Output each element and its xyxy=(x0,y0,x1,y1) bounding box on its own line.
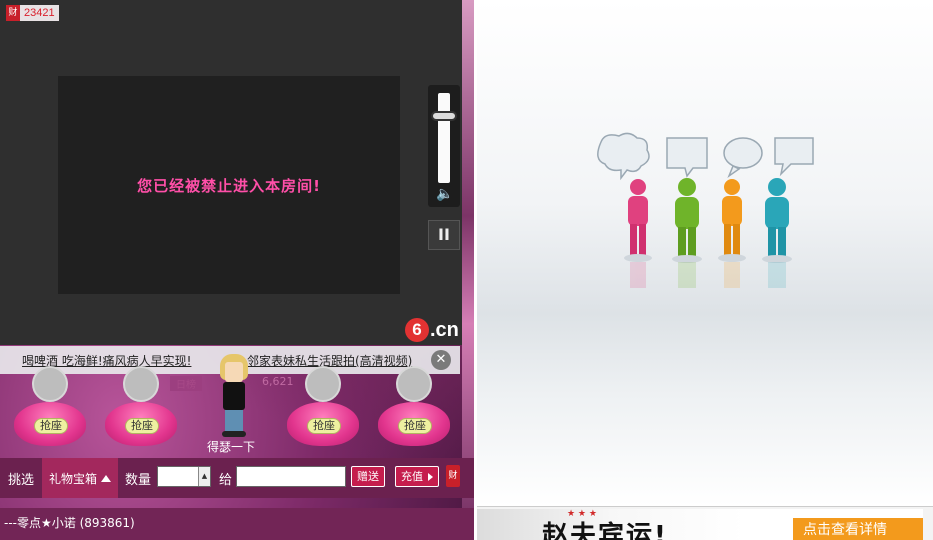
seat-3: 抢座 xyxy=(285,362,361,457)
quantity-spinner[interactable]: ▲ xyxy=(198,467,210,486)
pause-button[interactable]: II xyxy=(428,220,460,250)
status-bar: ---零点★小诺 (893861) xyxy=(0,508,474,540)
empty-avatar-icon xyxy=(396,366,432,402)
side-panel xyxy=(477,0,933,506)
community-illustration xyxy=(597,132,814,288)
wealth-coin-icon[interactable]: 财 xyxy=(446,465,460,487)
recharge-button[interactable]: 充值 xyxy=(395,466,439,487)
quantity-label: 数量 xyxy=(125,473,152,488)
gift-box-dropdown[interactable]: 礼物宝箱 xyxy=(42,458,118,498)
grab-seat-button[interactable]: 抢座 xyxy=(125,418,159,434)
empty-avatar-icon xyxy=(305,366,341,402)
logo-cn: .cn xyxy=(430,318,459,341)
orange-person-icon xyxy=(718,179,746,262)
seat-4: 抢座 xyxy=(376,362,452,457)
gift-box-label: 礼物宝箱 xyxy=(48,471,97,486)
grab-seat-button[interactable]: 抢座 xyxy=(34,418,68,434)
avatar-body xyxy=(223,382,245,410)
volume-slider[interactable]: 🔈 xyxy=(428,85,460,207)
volume-knob[interactable] xyxy=(431,111,457,121)
grab-seat-button[interactable]: 抢座 xyxy=(398,418,432,434)
wealth-icon: 财 xyxy=(6,5,20,21)
avatar-name: 得瑟一下 xyxy=(207,440,256,454)
empty-avatar-icon xyxy=(32,366,68,402)
volume-track[interactable] xyxy=(438,93,450,183)
site-logo: 6 .cn xyxy=(405,316,459,344)
recharge-label: 充值 xyxy=(401,470,423,483)
quantity-input[interactable]: ▲ xyxy=(157,466,211,487)
avatar-shoes xyxy=(222,431,246,437)
speech-bubble-icon xyxy=(774,137,814,177)
speech-bubble-icon xyxy=(666,137,708,178)
seat-1: 抢座 xyxy=(12,362,88,457)
user-avatar[interactable] xyxy=(216,352,252,438)
speaker-icon[interactable]: 🔈 xyxy=(434,185,456,203)
recipient-input[interactable] xyxy=(236,466,346,487)
recipient-label: 给 xyxy=(219,473,233,488)
logo-six: 6 xyxy=(405,318,429,342)
ad-headline: 赵夫宾运! xyxy=(542,521,668,540)
avatar-face xyxy=(225,362,243,382)
green-person-icon xyxy=(672,178,702,263)
pink-person-icon xyxy=(624,179,652,262)
triangle-up-icon xyxy=(101,474,111,482)
video-player[interactable]: 您已经被禁止进入本房间! xyxy=(58,76,400,294)
speech-bubble-icon xyxy=(597,132,650,181)
speech-bubble-icon xyxy=(723,137,763,179)
wealth-counter: 财 23421 xyxy=(6,5,59,21)
host-name: ---零点★小诺 (893861) xyxy=(4,516,135,530)
figures-reflection xyxy=(630,262,786,288)
ad-cta-button[interactable]: 点击查看详情 xyxy=(793,518,923,540)
grab-seat-button[interactable]: 抢座 xyxy=(307,418,341,434)
triangle-right-icon xyxy=(428,473,433,481)
send-gift-button[interactable]: 赠送 xyxy=(351,466,385,487)
seat-2: 抢座 xyxy=(103,362,179,457)
pick-label: 挑选 xyxy=(8,473,35,488)
teal-person-icon xyxy=(762,178,792,263)
avatar-legs xyxy=(225,410,243,432)
banner-ad[interactable]: ★ ★ ★ 赵夫宾运! 点击查看详情 xyxy=(477,509,923,540)
wealth-count: 23421 xyxy=(24,7,55,19)
ban-message: 您已经被禁止进入本房间! xyxy=(137,176,321,195)
empty-avatar-icon xyxy=(123,366,159,402)
room-panel: 财 23421 您已经被禁止进入本房间! 🔈 II 6 .cn 喝啤酒 吃海鲜!… xyxy=(0,0,474,540)
